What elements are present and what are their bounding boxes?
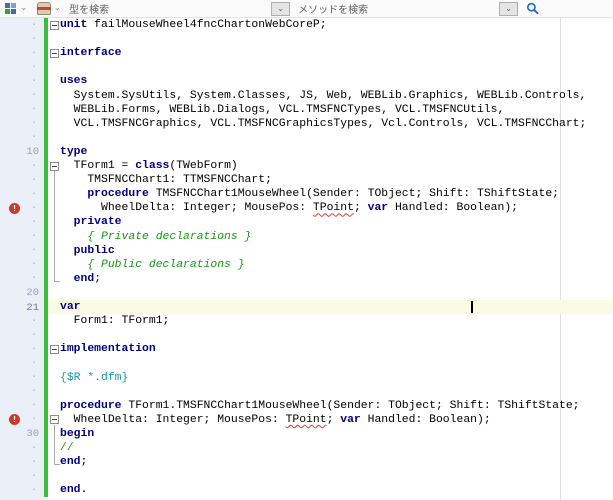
code-line[interactable]: procedure TMSFNCChart1MouseWheel(Sender:…	[60, 187, 559, 201]
chevron-down-icon[interactable]: ⌄	[20, 1, 28, 16]
code-line[interactable]: implementation	[60, 342, 156, 356]
code-segment: System.SysUtils, System.Classes, JS, Web…	[60, 90, 586, 102]
code-segment: //	[60, 442, 74, 454]
code-line[interactable]: begin	[60, 427, 94, 441]
editor-toolbar: ⌄ ⌄ 型を検索 ⌄ メソッドを検索 ⌄	[0, 0, 613, 18]
method-search-input[interactable]: メソッドを検索	[298, 1, 499, 16]
code-segment: WEBLib.Forms, WEBLib.Dialogs, VCL.TMSFNC…	[60, 104, 504, 116]
code-segment	[60, 188, 87, 200]
code-line[interactable]: end;	[60, 272, 101, 286]
code-segment: ;	[354, 202, 368, 214]
code-segment: .	[81, 484, 88, 496]
chevron-down-icon[interactable]: ⌄	[54, 1, 62, 16]
code-segment: private	[74, 216, 122, 228]
code-line[interactable]: WEBLib.Forms, WEBLib.Dialogs, VCL.TMSFNC…	[60, 103, 504, 117]
code-segment: implementation	[60, 343, 156, 355]
code-segment: ;	[327, 414, 341, 426]
code-segment: var	[60, 301, 81, 313]
code-segment	[60, 273, 74, 285]
code-segment: end	[60, 456, 81, 468]
code-line[interactable]: public	[60, 244, 115, 258]
code-segment: { Public declarations }	[60, 259, 245, 271]
code-segment: class	[135, 160, 169, 172]
type-search-input[interactable]: 型を検索	[69, 1, 271, 16]
code-segment: TMSFNCChart1MouseWheel(Sender: TObject; …	[149, 188, 559, 200]
code-segment: (TWebForm)	[169, 160, 237, 172]
code-line[interactable]: System.SysUtils, System.Classes, JS, Web…	[60, 89, 586, 103]
code-line[interactable]: { Private declarations }	[60, 230, 251, 244]
search-icon[interactable]	[526, 2, 539, 15]
code-segment: ;	[94, 273, 101, 285]
code-line[interactable]: procedure TForm1.TMSFNCChart1MouseWheel(…	[60, 399, 580, 413]
code-segment: end	[74, 273, 95, 285]
code-segment: TForm1 =	[60, 160, 135, 172]
code-segment: ;	[81, 456, 88, 468]
code-line[interactable]: type	[60, 145, 87, 159]
code-segment: Handled: Boolean);	[361, 414, 491, 426]
code-line[interactable]: private	[60, 215, 122, 229]
code-line[interactable]: {$R *.dfm}	[60, 371, 128, 385]
code-line[interactable]: Form1: TForm1;	[60, 314, 169, 328]
code-segment: unit	[60, 19, 87, 31]
code-line[interactable]: uses	[60, 74, 87, 88]
code-segment	[60, 216, 74, 228]
code-line[interactable]: TMSFNCChart1: TTMSFNCChart;	[60, 173, 272, 187]
code-segment: uses	[60, 75, 87, 87]
method-search-dropdown-button[interactable]: ⌄	[499, 2, 518, 16]
code-line[interactable]: { Public declarations }	[60, 258, 245, 272]
code-segment: TMSFNCChart1: TTMSFNCChart;	[60, 174, 272, 186]
code-lines[interactable]: unit failMouseWheel4fncChartonWebCoreP; i…	[0, 18, 613, 500]
code-line[interactable]: WheelDelta: Integer; MousePos: TPoint; v…	[60, 201, 518, 215]
code-line[interactable]: interface	[60, 46, 122, 60]
code-line[interactable]: end;	[60, 455, 87, 469]
code-segment: WheelDelta: Integer; MousePos:	[60, 202, 313, 214]
code-editor[interactable]: ·········10·········2021········30····!!…	[0, 18, 613, 500]
code-segment: public	[74, 245, 115, 257]
code-line[interactable]: VCL.TMSFNCGraphics, VCL.TMSFNCGraphicsTy…	[60, 117, 586, 131]
code-segment: WheelDelta: Integer; MousePos:	[60, 414, 286, 426]
code-segment: failMouseWheel4fncChartonWebCoreP;	[87, 19, 326, 31]
code-segment: procedure	[87, 188, 149, 200]
code-segment: Form1: TForm1;	[60, 315, 169, 327]
code-segment: var	[368, 202, 389, 214]
code-line[interactable]: TForm1 = class(TWebForm)	[60, 159, 238, 173]
code-segment: { Private declarations }	[60, 231, 251, 243]
code-segment: begin	[60, 428, 94, 440]
code-segment: {$R *.dfm}	[60, 372, 128, 384]
print-icon[interactable]	[37, 2, 51, 15]
code-segment: TPoint	[286, 414, 327, 426]
code-segment	[60, 245, 74, 257]
code-line[interactable]: //	[60, 441, 74, 455]
code-segment: TForm1.TMSFNCChart1MouseWheel(Sender: TO…	[122, 400, 580, 412]
code-line[interactable]: WheelDelta: Integer; MousePos: TPoint; v…	[60, 413, 491, 427]
code-segment: VCL.TMSFNCGraphics, VCL.TMSFNCGraphicsTy…	[60, 118, 586, 130]
code-segment: type	[60, 146, 87, 158]
code-segment: TPoint	[313, 202, 354, 214]
code-segment: var	[340, 414, 361, 426]
code-line[interactable]: end.	[60, 483, 87, 497]
code-segment: end	[60, 484, 81, 496]
class-browser-icon[interactable]	[4, 3, 17, 15]
code-segment: procedure	[60, 400, 122, 412]
code-line[interactable]: var	[60, 300, 81, 314]
code-segment: interface	[60, 47, 122, 59]
text-caret	[471, 301, 473, 313]
type-search-dropdown-button[interactable]: ⌄	[271, 2, 290, 16]
code-line[interactable]: unit failMouseWheel4fncChartonWebCoreP;	[60, 18, 327, 32]
code-segment: Handled: Boolean);	[388, 202, 518, 214]
